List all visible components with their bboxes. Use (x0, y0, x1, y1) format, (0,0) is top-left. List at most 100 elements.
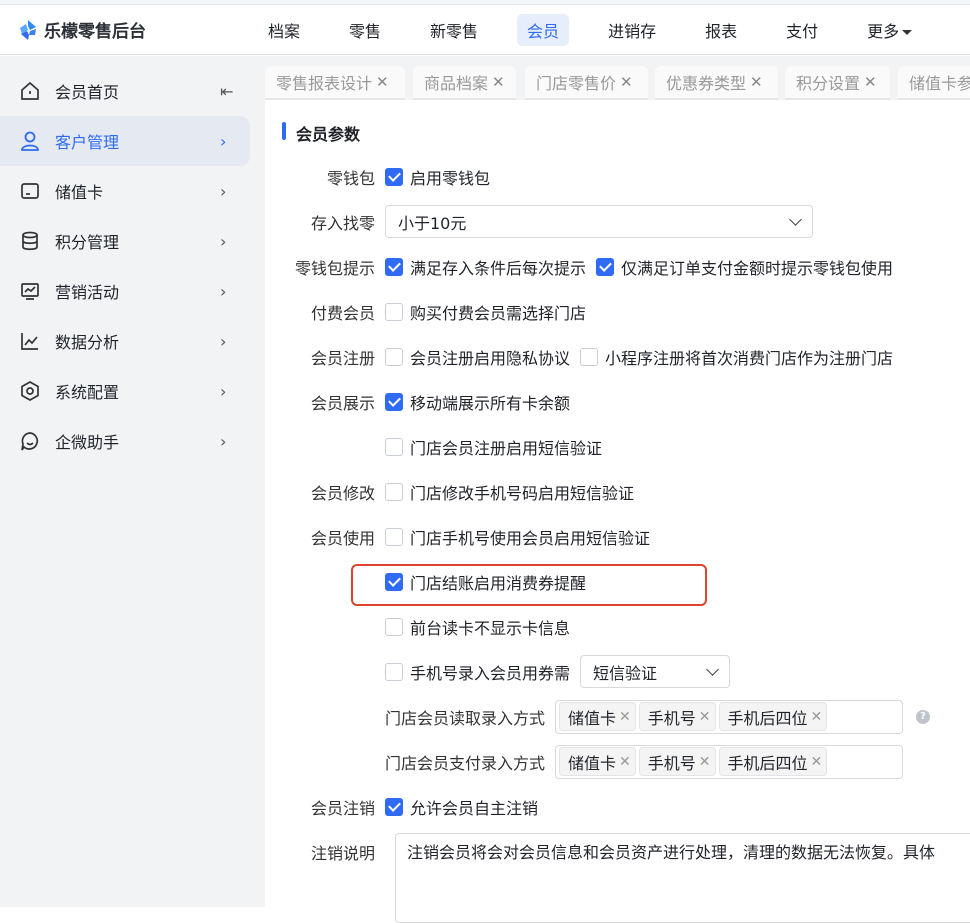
close-icon[interactable]: ✕ (699, 754, 711, 770)
close-icon[interactable]: ✕ (620, 73, 633, 91)
checkbox-unchecked[interactable] (580, 347, 599, 366)
checkbox-label: 门店修改手机号码启用短信验证 (410, 483, 635, 503)
checkbox-checked[interactable] (385, 797, 403, 816)
checkbox-checked[interactable] (385, 392, 403, 411)
checkbox-unchecked[interactable] (385, 302, 403, 321)
close-icon[interactable]: ✕ (619, 754, 631, 770)
phone-coupon-checkbox[interactable]: 手机号录入会员用券需 (385, 660, 570, 684)
nav-member[interactable]: 会员 (517, 13, 570, 46)
checkbox-checked[interactable] (596, 257, 615, 276)
checkbox-label: 启用零钱包 (410, 168, 491, 188)
checkbox-checked[interactable] (385, 257, 403, 276)
nav-reports[interactable]: 报表 (695, 14, 747, 46)
privacy-agreement-checkbox[interactable]: 会员注册启用隐私协议 (385, 345, 570, 369)
chevron-right-icon: › (220, 331, 227, 351)
checkbox-unchecked[interactable] (385, 662, 403, 681)
caret-down-icon (902, 29, 913, 35)
nav-more-label: 更多 (867, 21, 900, 41)
tab-retail-report-design[interactable]: 零售报表设计 ✕ (265, 66, 405, 100)
register-sms-checkbox[interactable]: 门店会员注册启用短信验证 (385, 435, 602, 459)
sidebar-item-analytics[interactable]: 数据分析 › (0, 316, 250, 366)
tag-label: 手机后四位 (727, 753, 808, 773)
tab-label: 积分设置 (796, 74, 861, 93)
monitor-icon (18, 279, 42, 303)
tag-label: 手机后四位 (727, 708, 808, 728)
checkbox-unchecked[interactable] (385, 527, 403, 546)
help-icon[interactable]: ? (916, 709, 931, 724)
tag: 手机号 ✕ (638, 747, 716, 776)
close-icon[interactable]: ✕ (750, 73, 763, 91)
sidebar-item-label: 企微助手 (55, 433, 120, 452)
checkbox-checked[interactable] (385, 167, 403, 186)
sidebar-item-wecom[interactable]: 企微助手 › (0, 416, 250, 466)
modify-phone-sms-checkbox[interactable]: 门店修改手机号码启用短信验证 (385, 480, 634, 504)
nav-more[interactable]: 更多 (857, 14, 922, 46)
field-label: 会员使用 (310, 528, 375, 548)
select-value: 短信验证 (593, 663, 658, 683)
sidebar-item-stored-card[interactable]: 储值卡 › (0, 166, 250, 216)
close-icon[interactable]: ✕ (492, 73, 505, 91)
close-icon[interactable]: ✕ (699, 709, 711, 725)
checkbox-unchecked[interactable] (385, 617, 403, 636)
logo[interactable]: 乐檬零售后台 (18, 17, 258, 42)
nav-archive[interactable]: 档案 (258, 14, 310, 46)
checkbox-unchecked[interactable] (385, 482, 403, 501)
sidebar-item-points[interactable]: 积分管理 › (0, 216, 250, 266)
miniprogram-register-store-checkbox[interactable]: 小程序注册将首次消费门店作为注册门店 (580, 345, 893, 369)
tab-product-archive[interactable]: 商品档案 ✕ (413, 66, 516, 100)
tab-label: 储值卡参 (909, 74, 970, 93)
sidebar-item-system-config[interactable]: 系统配置 › (0, 366, 250, 416)
tab-store-retail-price[interactable]: 门店零售价 ✕ (525, 66, 648, 100)
field-label: 门店会员读取录入方式 (385, 708, 546, 728)
pay-method-select[interactable]: 储值卡 ✕ 手机号 ✕ 手机后四位 ✕ (555, 744, 904, 779)
field-label: 零钱包 (326, 168, 375, 188)
close-icon[interactable]: ✕ (811, 754, 823, 770)
checkbox-label: 会员注册启用隐私协议 (410, 348, 571, 368)
read-method-select[interactable]: 储值卡 ✕ 手机号 ✕ 手机后四位 ✕ (555, 699, 904, 734)
nav-new-retail[interactable]: 新零售 (420, 14, 488, 46)
tab-stored-card-params[interactable]: 储值卡参 (898, 66, 970, 100)
tab-label: 商品档案 (424, 74, 489, 93)
coupon-reminder-checkbox[interactable]: 门店结账启用消费券提醒 (385, 570, 586, 594)
enable-wallet-checkbox[interactable]: 启用零钱包 (385, 165, 490, 189)
tag: 储值卡 ✕ (559, 702, 636, 731)
section-title: 会员参数 (282, 121, 360, 145)
nav-inventory[interactable]: 进销存 (598, 14, 666, 46)
top-bar: 乐檬零售后台 档案 零售 新零售 会员 进销存 报表 支付 更多 (0, 5, 970, 55)
nav-payment[interactable]: 支付 (776, 14, 828, 46)
close-icon[interactable]: ✕ (864, 73, 877, 91)
phone-use-sms-checkbox[interactable]: 门店手机号使用会员启用短信验证 (385, 525, 650, 549)
sidebar-item-member-home[interactable]: 会员首页 ⇤ (0, 66, 250, 116)
cancel-description-textarea[interactable]: 注销会员将会对会员信息和会员资产进行处理，清理的数据无法恢复。具体 (395, 833, 970, 923)
field-label: 注销说明 (310, 843, 375, 863)
chevron-right-icon: › (220, 131, 227, 151)
close-icon[interactable]: ✕ (811, 709, 823, 725)
tip-every-time-checkbox[interactable]: 满足存入条件后每次提示 (385, 255, 586, 279)
coupon-verify-select[interactable]: 短信验证 (580, 655, 731, 688)
tab-points-settings[interactable]: 积分设置 ✕ (785, 66, 890, 100)
row-wallet: 零钱包 启用零钱包 (265, 154, 970, 199)
collapse-sidebar-icon[interactable]: ⇤ (220, 82, 250, 101)
tip-order-amount-checkbox[interactable]: 仅满足订单支付金额时提示零钱包使用 (596, 255, 893, 279)
show-all-card-balance-checkbox[interactable]: 移动端展示所有卡余额 (385, 390, 570, 414)
checkbox-label: 前台读卡不显示卡信息 (410, 618, 571, 638)
checkbox-checked[interactable] (385, 572, 403, 591)
checkbox-unchecked[interactable] (385, 437, 403, 456)
paid-member-store-checkbox[interactable]: 购买付费会员需选择门店 (385, 300, 586, 324)
tag-label: 储值卡 (568, 708, 617, 728)
close-icon[interactable]: ✕ (376, 73, 389, 91)
checkbox-unchecked[interactable] (385, 347, 403, 366)
tab-coupon-type[interactable]: 优惠券类型 ✕ (655, 66, 778, 100)
chevron-right-icon: › (220, 281, 227, 301)
close-icon[interactable]: ✕ (619, 709, 631, 725)
hide-card-info-checkbox[interactable]: 前台读卡不显示卡信息 (385, 615, 570, 639)
nav-retail[interactable]: 零售 (339, 14, 391, 46)
chat-icon (18, 429, 42, 453)
change-select[interactable]: 小于10元 (385, 205, 813, 238)
sidebar-item-customer[interactable]: 客户管理 › (0, 116, 250, 166)
settings-icon (18, 379, 42, 403)
checkbox-label: 门店手机号使用会员启用短信验证 (410, 528, 651, 548)
allow-self-cancel-checkbox[interactable]: 允许会员自主注销 (385, 795, 538, 819)
row-cancel: 会员注销 允许会员自主注销 (265, 784, 970, 829)
sidebar-item-marketing[interactable]: 营销活动 › (0, 266, 250, 316)
